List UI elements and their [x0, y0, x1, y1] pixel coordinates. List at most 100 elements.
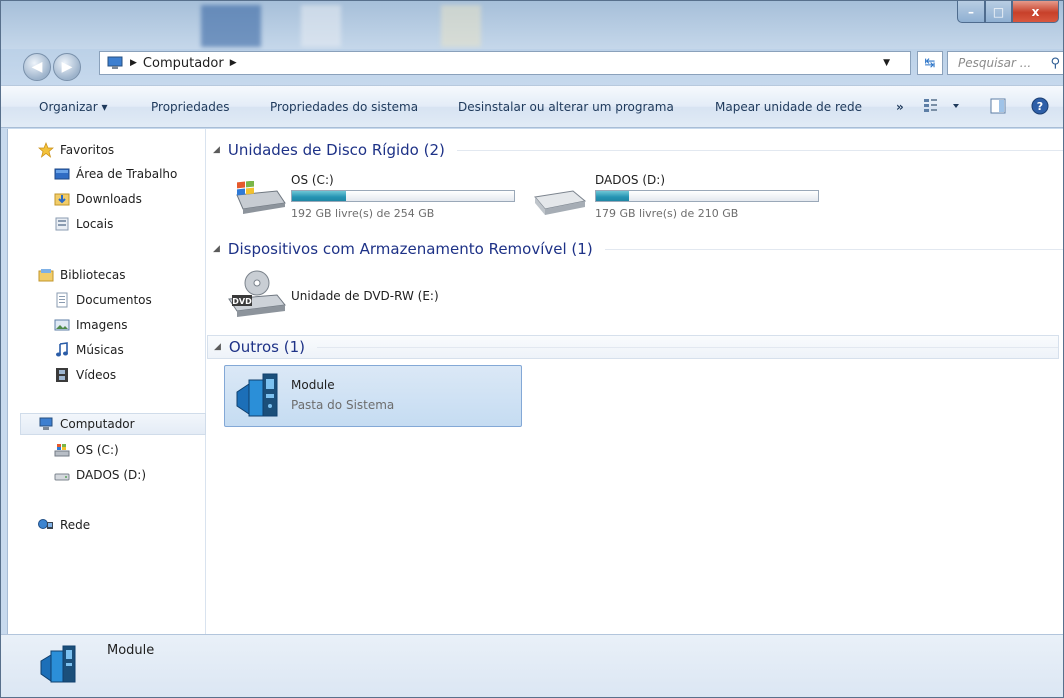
group-divider — [316, 346, 1058, 348]
sidebar-label: Computador — [60, 417, 135, 431]
module-tile[interactable]: Module Pasta do Sistema — [224, 365, 522, 427]
command-bar: Organizar ▾ Propriedades Propriedades do… — [1, 85, 1063, 128]
maximize-button[interactable]: □ — [985, 1, 1012, 23]
preview-pane-icon[interactable] — [989, 97, 1007, 115]
drive-free-space: 179 GB livre(s) de 210 GB — [595, 207, 739, 220]
drive-tile-d[interactable]: DADOS (D:) 179 GB livre(s) de 210 GB — [521, 169, 831, 220]
desktop-icon — [54, 168, 70, 180]
computer-icon — [107, 56, 123, 69]
computer-icon — [39, 417, 53, 430]
title-bar[interactable]: – □ x — [1, 1, 1063, 49]
group-header-others[interactable]: ◢ Outros (1) — [207, 335, 1059, 359]
address-bar[interactable]: ▶ Computador ▶ ▼ — [99, 51, 911, 75]
sidebar-label: Locais — [76, 217, 114, 231]
hard-drive-icon — [54, 473, 70, 481]
details-pane: Module — [1, 634, 1063, 697]
network-icon — [38, 519, 53, 529]
sidebar-item-drive-d[interactable]: DADOS (D:) — [54, 464, 146, 486]
item-type: Pasta do Sistema — [291, 398, 395, 412]
close-button[interactable]: x — [1012, 1, 1059, 23]
content-area: Favoritos Área de Trabalho Downloads Loc… — [7, 129, 1063, 634]
drive-usage-bar — [595, 190, 819, 202]
pictures-icon — [54, 319, 70, 331]
sidebar-item-drive-c[interactable]: OS (C:) — [54, 439, 119, 461]
sidebar-item-libraries[interactable]: Bibliotecas — [38, 264, 125, 286]
desktop-blur — [441, 5, 481, 47]
drive-name: DADOS (D:) — [595, 173, 666, 187]
sidebar-item-favorites[interactable]: Favoritos — [38, 139, 114, 161]
group-title: Outros (1) — [228, 338, 305, 356]
group-header-removable[interactable]: ◢ Dispositivos com Armazenamento Removív… — [213, 237, 1063, 261]
hard-drive-icon — [534, 190, 587, 215]
back-button[interactable]: ◀ — [23, 53, 51, 81]
sidebar-item-documents[interactable]: Documentos — [54, 289, 152, 311]
navigation-pane: Favoritos Área de Trabalho Downloads Loc… — [8, 129, 206, 634]
explorer-window: – □ x ◀ ▶ ▶ Computador ▶ ▼ ↹ Pesquisar .… — [0, 0, 1064, 698]
breadcrumb-separator-icon: ▶ — [130, 58, 137, 68]
drive-free-space: 192 GB livre(s) de 254 GB — [291, 207, 435, 220]
drive-name: OS (C:) — [291, 173, 334, 187]
chevron-down-icon[interactable]: ▼ — [883, 58, 890, 68]
sidebar-item-pictures[interactable]: Imagens — [54, 314, 127, 336]
item-name: Module — [291, 378, 335, 392]
sidebar-label: Documentos — [76, 293, 152, 307]
group-title: Dispositivos com Armazenamento Removível… — [227, 240, 593, 258]
sidebar-label: Favoritos — [60, 143, 115, 157]
sidebar-label: Vídeos — [76, 368, 117, 382]
collapse-triangle-icon[interactable]: ◢ — [213, 145, 220, 155]
search-placeholder: Pesquisar ... — [958, 56, 1032, 70]
drive-usage-fill — [292, 191, 347, 201]
organize-button[interactable]: Organizar ▾ — [39, 100, 108, 114]
sidebar-label: Área de Trabalho — [76, 167, 178, 181]
forward-button[interactable]: ▶ — [53, 53, 81, 81]
system-properties-button[interactable]: Propriedades do sistema — [270, 100, 418, 114]
group-header-hard-disks[interactable]: ◢ Unidades de Disco Rígido (2) — [213, 138, 1063, 162]
dvd-drive-tile[interactable]: DVD Unidade de DVD-RW (E:) — [207, 265, 517, 325]
sidebar-label: DADOS (D:) — [76, 468, 147, 482]
recent-places-icon — [55, 217, 69, 231]
sidebar-label: Imagens — [76, 318, 128, 332]
details-item-name: Module — [107, 643, 155, 658]
sidebar-item-music[interactable]: Músicas — [54, 339, 124, 361]
desktop-blur — [201, 5, 261, 47]
sidebar-item-downloads[interactable]: Downloads — [54, 188, 142, 210]
search-icon[interactable]: ⚲ — [1050, 56, 1060, 71]
help-icon[interactable]: ? — [1031, 97, 1049, 115]
search-input[interactable]: Pesquisar ... ⚲ — [947, 51, 1063, 75]
sidebar-item-desktop[interactable]: Área de Trabalho — [54, 163, 177, 185]
sidebar-label: Bibliotecas — [60, 268, 126, 282]
collapse-triangle-icon[interactable]: ◢ — [213, 244, 220, 254]
windows-drive-icon — [54, 444, 70, 457]
module-device-icon — [40, 645, 76, 683]
sidebar-item-computer[interactable]: Computador — [20, 413, 206, 435]
drive-usage-fill — [596, 191, 629, 201]
more-commands-button[interactable]: » — [896, 100, 904, 114]
uninstall-button[interactable]: Desinstalar ou alterar um programa — [458, 100, 674, 114]
arrow-left-icon: ◀ — [31, 59, 43, 75]
svg-text:?: ? — [1037, 100, 1043, 113]
sidebar-item-network[interactable]: Rede — [38, 514, 90, 536]
sidebar-item-videos[interactable]: Vídeos — [54, 364, 116, 386]
star-icon — [38, 142, 54, 158]
drive-tile-c[interactable]: OS (C:) 192 GB livre(s) de 254 GB — [207, 169, 517, 220]
dvd-label: DVD — [232, 297, 252, 306]
libraries-icon — [38, 269, 54, 282]
collapse-triangle-icon[interactable]: ◢ — [214, 342, 221, 352]
breadcrumb-separator-icon[interactable]: ▶ — [230, 58, 237, 68]
group-title: Unidades de Disco Rígido (2) — [227, 141, 445, 159]
desktop-blur — [301, 5, 341, 47]
downloads-folder-icon — [54, 193, 70, 206]
refresh-button[interactable]: ↹ — [917, 51, 943, 75]
properties-button[interactable]: Propriedades — [151, 100, 230, 114]
sidebar-item-recent-places[interactable]: Locais — [54, 213, 113, 235]
documents-icon — [56, 292, 68, 308]
drive-usage-bar — [291, 190, 515, 202]
refresh-icon: ↹ — [924, 55, 936, 71]
sidebar-label: OS (C:) — [76, 443, 119, 457]
map-drive-button[interactable]: Mapear unidade de rede — [715, 100, 862, 114]
breadcrumb-computer[interactable]: Computador — [143, 56, 224, 71]
view-options-icon[interactable] — [923, 97, 961, 115]
arrow-right-icon: ▶ — [61, 59, 73, 75]
windows-drive-icon — [236, 181, 286, 214]
minimize-button[interactable]: – — [957, 1, 985, 23]
